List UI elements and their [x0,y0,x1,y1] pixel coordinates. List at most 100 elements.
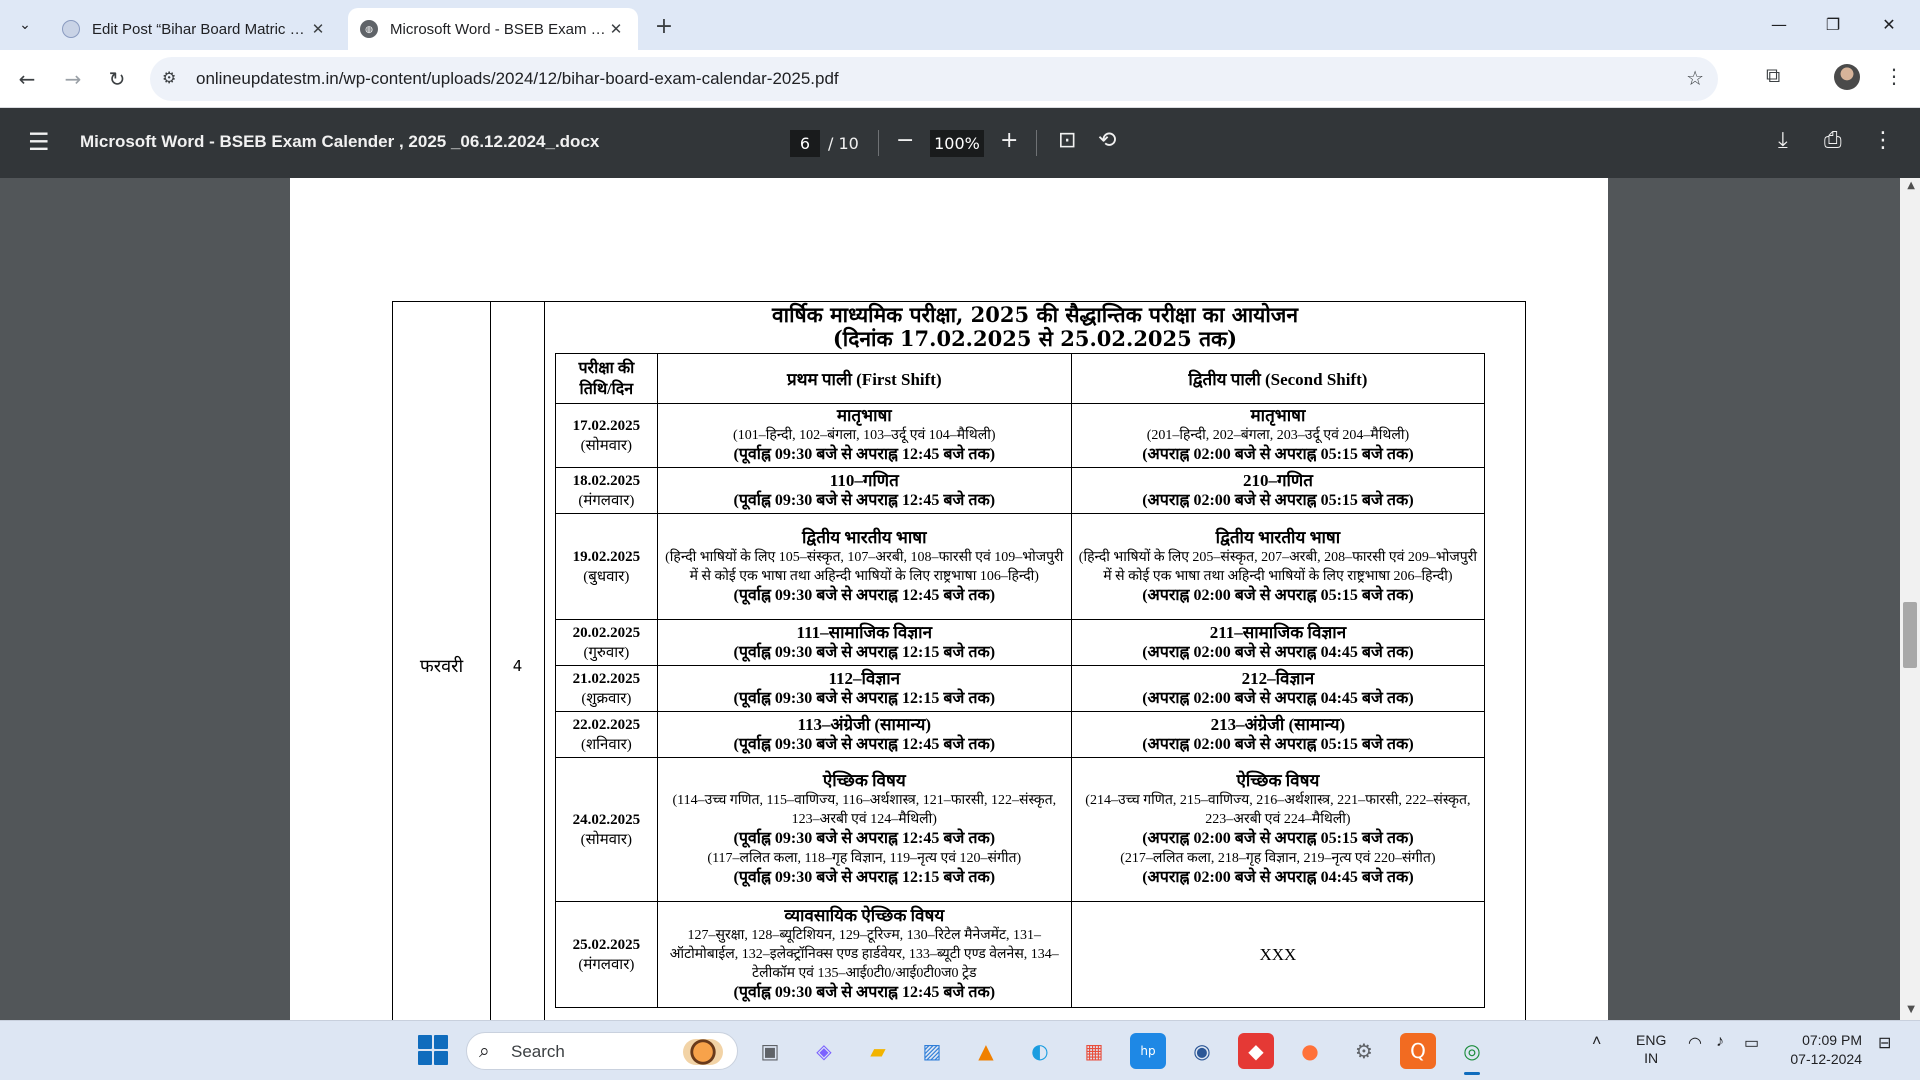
exam-day: (मंगलवार) [578,492,635,509]
exam-date: 25.02.2025 [572,936,641,953]
site-favicon-icon [62,20,80,38]
date-cell: 20.02.2025 (गुरुवार) [555,619,658,666]
exam-date: 21.02.2025 [572,670,641,687]
show-hidden-icons-icon[interactable]: ˄ [1592,1033,1601,1051]
second-shift-cell: 212–विज्ञान (अपराह्न 02:00 बजे से अपराह्… [1070,665,1486,712]
url-text[interactable]: onlineupdatestm.in/wp-content/uploads/20… [196,69,839,89]
scroll-down-icon[interactable]: ▼ [1907,1004,1915,1015]
settings-icon[interactable]: ⚙ [1346,1033,1382,1069]
system-clock[interactable]: 07:09 PM 07-12-2024 [1766,1031,1862,1069]
exam-time: (अपराह्न 02:00 बजे से अपराह्न 04:45 बजे … [1142,643,1414,661]
pdf-viewer[interactable]: फरवरी 4 वार्षिक माध्यमिक परीक्षा, 2025 क… [0,178,1920,1020]
copilot-icon[interactable]: ◈ [806,1033,842,1069]
second-shift-cell: मातृभाषा (201–हिन्दी, 202–बंगला, 203–उर्… [1070,403,1486,468]
subject: ऐच्छिक विषय [822,771,906,790]
scroll-up-icon[interactable]: ▲ [1907,180,1915,191]
zoom-input[interactable]: 100% [930,130,984,157]
new-tab-button[interactable]: + [650,12,678,40]
vlc-icon[interactable]: ▲ [968,1033,1004,1069]
subject-detail: (117–ललित कला, 118–गृह विज्ञान, 119–नृत्… [707,851,1022,866]
store-icon[interactable]: ▦ [1076,1033,1112,1069]
first-shift-cell: व्यावसायिक ऐच्छिक विषय 127–सुरक्षा, 128–… [656,901,1072,1008]
notifications-icon[interactable]: ⊟ [1878,1033,1891,1053]
first-shift-cell: 111–सामाजिक विज्ञान (पूर्वाह्न 09:30 बजे… [656,619,1072,666]
subject: द्वितीय भारतीय भाषा [802,527,927,547]
site-info-icon[interactable]: ⚙ [162,68,176,87]
language-indicator[interactable]: ENG IN [1636,1031,1666,1067]
more-actions-icon[interactable]: ⋮ [1872,128,1894,153]
table-row: 22.02.2025 (शनिवार) 113–अंग्रेजी (सामान्… [555,711,1486,758]
wifi-icon[interactable]: ◠ [1688,1033,1702,1053]
task-view-icon[interactable]: ▣ [752,1033,788,1069]
tab-search-dropdown-icon[interactable]: ⌄ [10,10,40,40]
zoom-out-icon[interactable]: − [896,128,914,153]
tab-edit-post[interactable]: Edit Post “Bihar Board Matric Exam Calen… [50,8,340,50]
minimize-button[interactable]: — [1756,8,1802,40]
bookmark-star-icon[interactable]: ☆ [1686,66,1704,90]
volume-icon[interactable]: ♪ [1716,1033,1724,1051]
subject-detail: (114–उच्च गणित, 115–वाणिज्य, 116–अर्थशास… [672,793,1057,827]
back-button[interactable]: ← [10,62,44,96]
date-cell: 19.02.2025 (बुधवार) [555,513,658,620]
subject: व्यावसायिक ऐच्छिक विषय [784,906,945,925]
second-shift-cell: 210–गणित (अपराह्न 02:00 बजे से अपराह्न 0… [1070,467,1486,514]
exam-time: (पूर्वाह्न 09:30 बजे से अपराह्न 12:15 बज… [733,689,996,707]
exam-date: 17.02.2025 [572,417,641,434]
file-explorer-icon[interactable]: ▰ [860,1033,896,1069]
subject: 213–अंग्रेजी (सामान्य) [1210,714,1346,734]
exam-time: (अपराह्न 02:00 बजे से अपराह्न 05:15 बजे … [1142,491,1414,509]
reload-button[interactable]: ↻ [100,62,134,96]
fit-page-icon[interactable]: ⊡ [1058,128,1076,153]
taskbar-search[interactable]: ⌕ Search [466,1032,738,1070]
firefox-icon[interactable]: ● [1292,1033,1328,1069]
myhp-icon[interactable]: hp [1130,1033,1166,1069]
print-icon[interactable]: ⎙ [1824,128,1842,153]
subject: मातृभाषा [836,406,892,425]
exam-day: (गुरुवार) [583,644,630,661]
exam-time: (अपराह्न 02:00 बजे से अपराह्न 05:15 बजे … [1142,446,1414,463]
page-number-input[interactable]: 6 [790,130,820,157]
anydesk-icon[interactable]: ◆ [1238,1033,1274,1069]
header-line: परीक्षा की [578,359,635,377]
exam-time: (पूर्वाह्न 09:30 बजे से अपराह्न 12:45 बज… [733,735,996,753]
globe-icon: ◍ [360,20,378,38]
chrome-icon[interactable]: ◎ [1454,1033,1490,1075]
photos-icon[interactable]: ▨ [914,1033,950,1069]
q-app-icon[interactable]: Q [1400,1033,1436,1069]
exam-date: 19.02.2025 [572,548,641,565]
subject: 211–सामाजिक विज्ञान [1209,622,1347,642]
clock-time: 07:09 PM [1802,1032,1862,1048]
close-tab-icon[interactable]: ✕ [308,20,328,38]
profile-avatar[interactable] [1834,64,1860,90]
sidebar-menu-icon[interactable]: ☰ [28,128,50,156]
exam-time: (पूर्वाह्न 09:30 बजे से अपराह्न 12:15 बज… [733,869,996,886]
download-icon[interactable]: ⤓ [1778,128,1788,153]
subject: 210–गणित [1242,470,1313,490]
second-shift-cell: 211–सामाजिक विज्ञान (अपराह्न 02:00 बजे स… [1070,619,1486,666]
table-row: 17.02.2025 (सोमवार) मातृभाषा (101–हिन्दी… [555,403,1486,468]
month-cell: फरवरी [393,302,491,1020]
omnibox[interactable]: ⚙ onlineupdatestm.in/wp-content/uploads/… [150,57,1718,101]
forward-button[interactable]: → [56,62,90,96]
rotate-icon[interactable]: ⟲ [1098,128,1116,153]
windows-start-icon[interactable] [418,1035,448,1065]
extensions-icon[interactable]: ⧉ [1766,63,1780,87]
browser-menu-icon[interactable]: ⋮ [1884,64,1904,88]
restore-button[interactable]: ❐ [1810,8,1856,40]
scrollbar-thumb[interactable] [1903,602,1917,668]
exam-date: 20.02.2025 [572,624,641,641]
battery-icon[interactable]: ▭ [1744,1033,1759,1053]
exam-date: 24.02.2025 [572,811,641,828]
first-shift-cell: ऐच्छिक विषय (114–उच्च गणित, 115–वाणिज्य,… [656,757,1072,902]
edge-icon[interactable]: ◐ [1022,1033,1058,1069]
scrollbar[interactable] [1900,178,1920,1020]
subject: 111–सामाजिक विज्ञान [796,622,933,642]
zoom-in-icon[interactable]: + [1000,128,1018,153]
first-shift-cell: 112–विज्ञान (पूर्वाह्न 09:30 बजे से अपरा… [656,665,1072,712]
close-window-button[interactable]: ✕ [1866,8,1912,40]
close-tab-icon[interactable]: ✕ [606,20,626,38]
clock-date: 07-12-2024 [1790,1051,1862,1067]
exam-time: (पूर्वाह्न 09:30 बजे से अपराह्न 12:45 बज… [733,491,996,509]
tab-pdf[interactable]: ◍ Microsoft Word - BSEB Exam Calender , … [348,8,638,50]
app-icon[interactable]: ◉ [1184,1033,1220,1069]
